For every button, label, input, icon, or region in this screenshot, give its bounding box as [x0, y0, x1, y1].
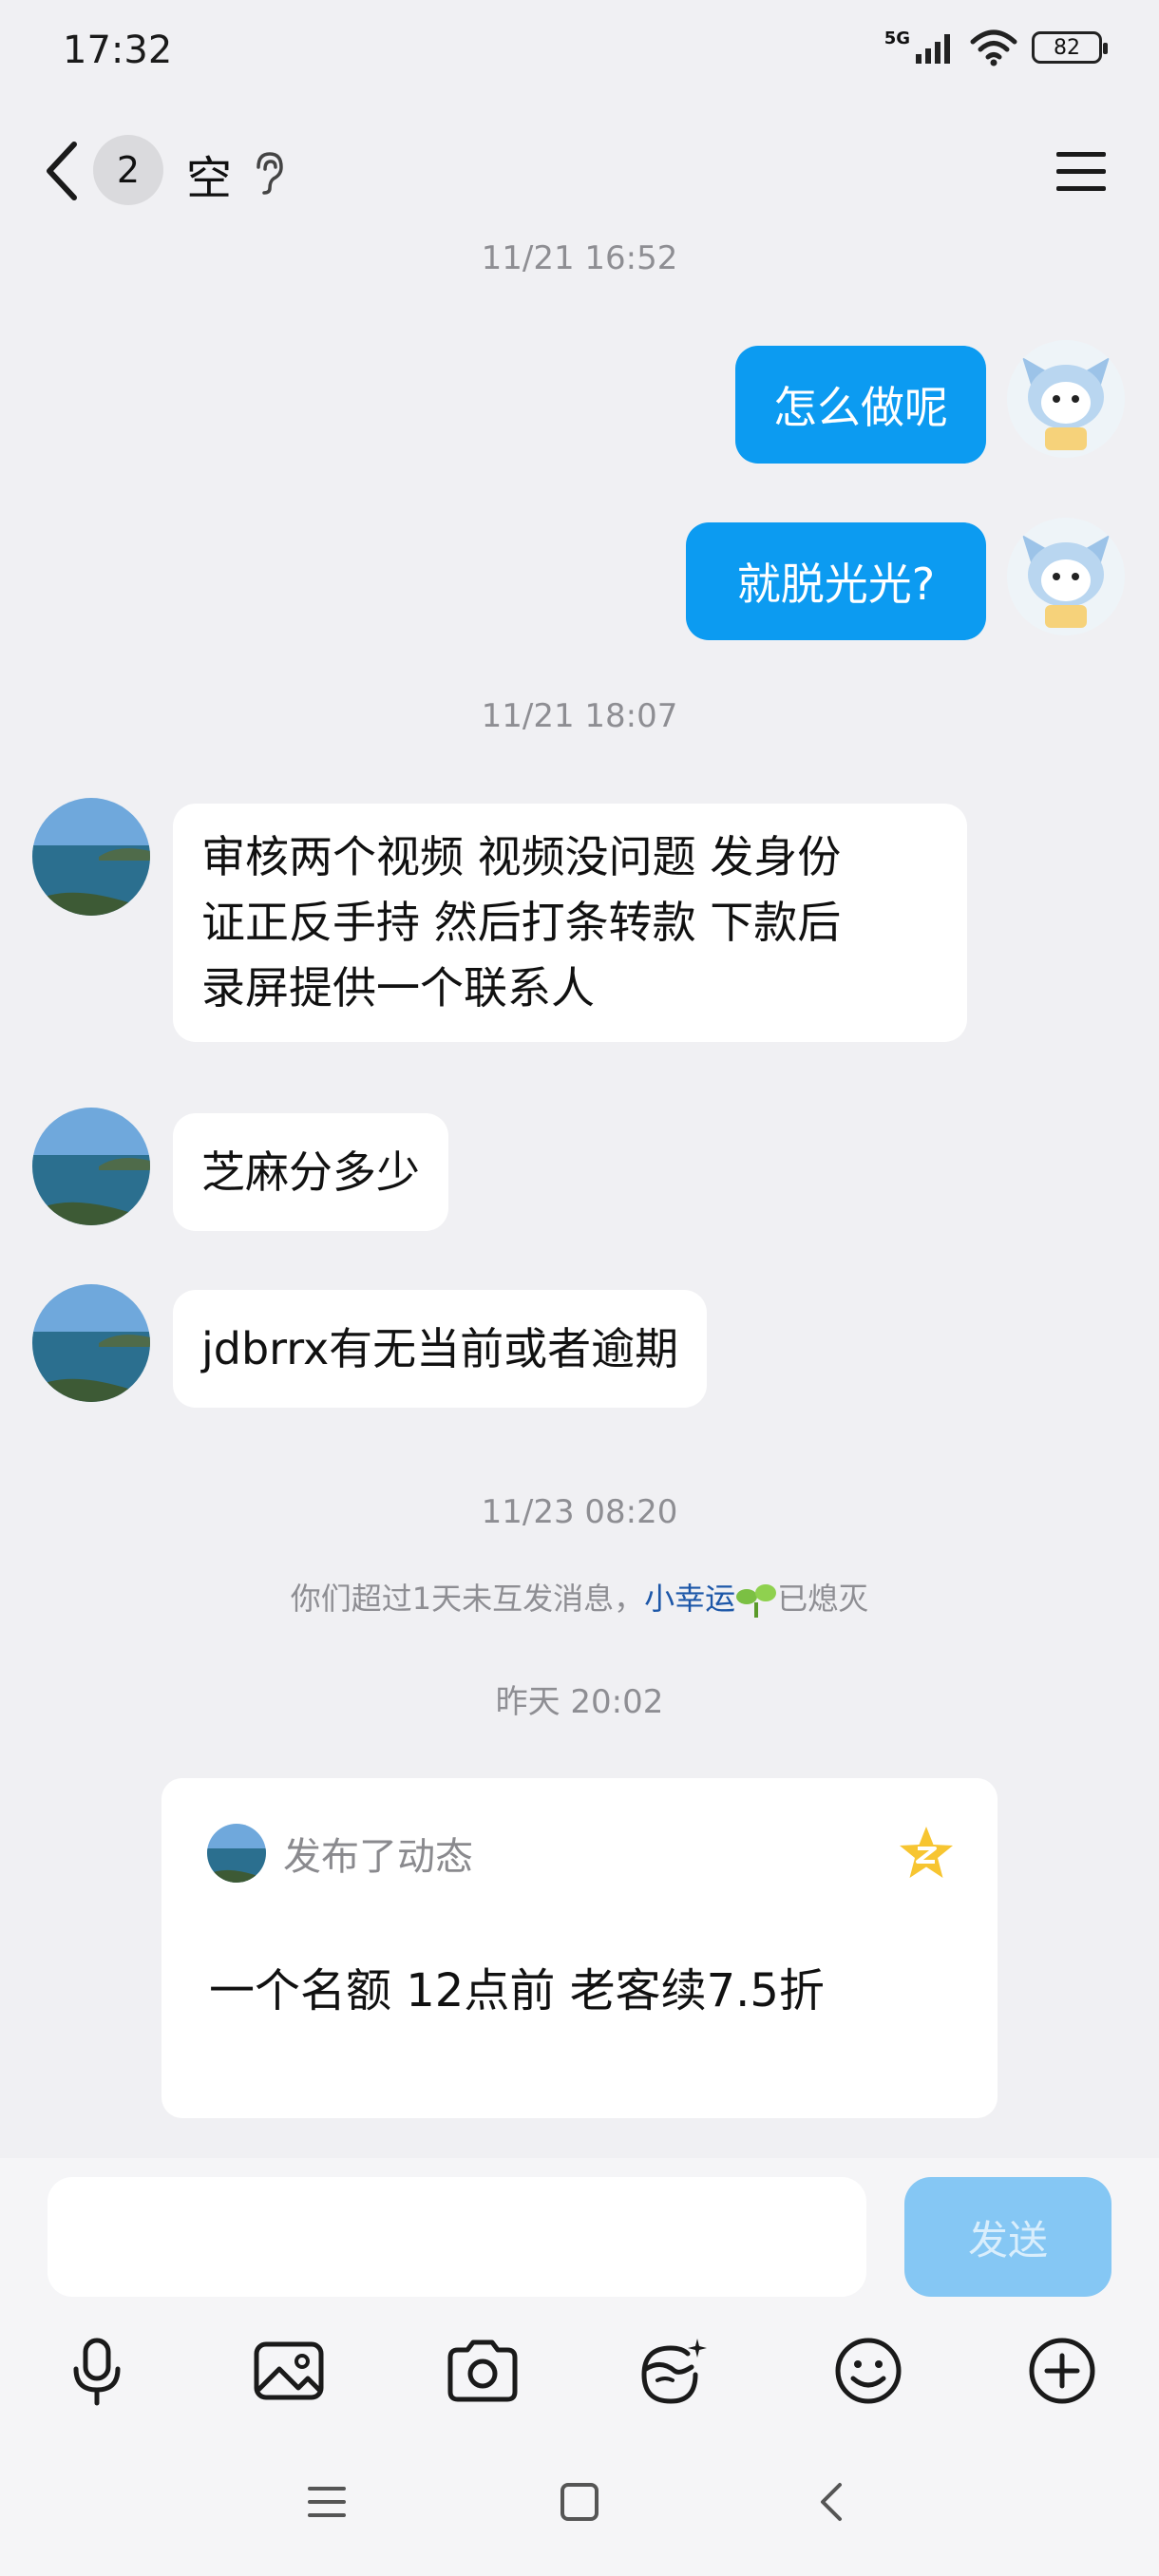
- message-input[interactable]: [48, 2177, 866, 2297]
- battery-level: 82: [1054, 35, 1080, 60]
- incoming-message[interactable]: 芝麻分多少: [173, 1113, 448, 1231]
- incoming-message[interactable]: jdbrrx有无当前或者逾期: [173, 1290, 708, 1408]
- notice-text: 你们超过1天未互发消息，: [290, 1581, 645, 1617]
- camera-icon[interactable]: [443, 2331, 522, 2411]
- ear-icon[interactable]: [249, 148, 287, 196]
- message-line: 审核两个视频 视频没问题 发身份: [201, 831, 842, 882]
- wifi-icon: [970, 29, 1017, 66]
- message-timestamp: 昨天 20:02: [495, 1683, 664, 1721]
- my-avatar[interactable]: [1007, 340, 1125, 458]
- qzone-star-icon: [897, 1824, 956, 1883]
- status-icons: 5G 82: [884, 28, 1108, 66]
- contact-avatar[interactable]: [32, 1108, 150, 1225]
- post-avatar: [207, 1824, 266, 1883]
- menu-nav-icon[interactable]: [298, 2473, 355, 2530]
- image-icon[interactable]: [249, 2331, 329, 2411]
- home-nav-icon[interactable]: [551, 2473, 608, 2530]
- unread-count-badge[interactable]: 2: [93, 135, 163, 205]
- face-filter-icon[interactable]: [633, 2331, 712, 2411]
- sprout-icon: [736, 1584, 777, 1618]
- outgoing-message[interactable]: 怎么做呢: [735, 346, 986, 464]
- spark-link[interactable]: 小幸运: [644, 1581, 735, 1617]
- post-text: 一个名额 12点前 老客续7.5折: [209, 1964, 825, 2017]
- back-nav-icon[interactable]: [804, 2473, 861, 2530]
- status-time: 17:32: [63, 28, 173, 72]
- message-timestamp: 11/21 18:07: [481, 697, 678, 735]
- emoji-icon[interactable]: [828, 2331, 908, 2411]
- message-line: 录屏提供一个联系人: [201, 962, 595, 1013]
- moment-card[interactable]: 发布了动态 一个名额 12点前 老客续7.5折: [162, 1778, 998, 2118]
- signal-icon: [916, 34, 950, 64]
- my-avatar[interactable]: [1007, 518, 1125, 635]
- network-type: 5G: [884, 28, 910, 48]
- message-timestamp: 11/23 08:20: [481, 1493, 678, 1531]
- send-button[interactable]: 发送: [904, 2177, 1112, 2297]
- battery-indicator: 82: [1032, 31, 1108, 64]
- microphone-icon[interactable]: [57, 2331, 137, 2411]
- system-notice: 你们超过1天未互发消息，小幸运 已熄灭: [0, 1575, 1159, 1619]
- post-label: 发布了动态: [283, 1835, 473, 1879]
- outgoing-message[interactable]: 就脱光光?: [686, 522, 986, 640]
- contact-avatar[interactable]: [32, 1284, 150, 1402]
- menu-button[interactable]: [1053, 142, 1110, 199]
- message-timestamp: 11/21 16:52: [481, 239, 678, 277]
- incoming-message[interactable]: 审核两个视频 视频没问题 发身份 证正反手持 然后打条转款 下款后 录屏提供一个…: [173, 804, 967, 1042]
- chevron-left-icon: [47, 142, 77, 200]
- message-line: 证正反手持 然后打条转款 下款后: [201, 897, 842, 948]
- hamburger-icon: [1056, 152, 1106, 191]
- back-button[interactable]: [38, 133, 86, 209]
- notice-text: 已熄灭: [777, 1581, 869, 1617]
- contact-avatar[interactable]: [32, 798, 150, 916]
- plus-icon[interactable]: [1022, 2331, 1102, 2411]
- chat-title[interactable]: 空: [186, 141, 232, 207]
